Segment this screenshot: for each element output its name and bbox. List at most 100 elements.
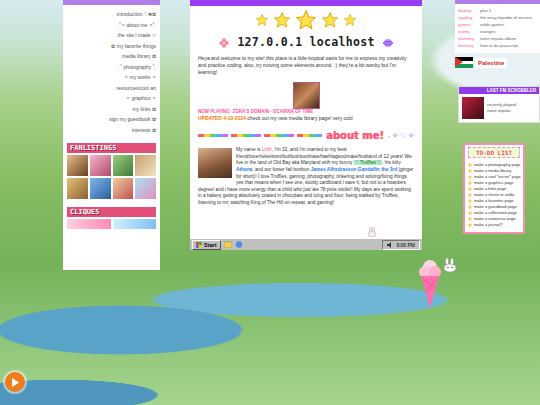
update-text: check out my new media library page! ver…	[246, 115, 353, 121]
sidebar-item[interactable]: interests ✿	[67, 125, 156, 136]
right-column: displayplex 1readingthe encyclopedia of …	[455, 0, 540, 234]
star-bullet-icon	[468, 187, 472, 191]
clique-banner[interactable]	[113, 219, 157, 229]
fanlisting-image[interactable]	[135, 155, 156, 176]
star-bullet-icon	[468, 193, 472, 197]
fanlisting-image[interactable]	[67, 178, 88, 199]
todo-item: make a favorites page	[468, 198, 520, 204]
todo-label: make a collections page	[474, 210, 517, 216]
star-icon	[322, 12, 338, 28]
browser-icon[interactable]	[235, 241, 243, 248]
todo-label: make a cool *secret* page	[474, 174, 521, 180]
fanlisting-image[interactable]	[113, 178, 134, 199]
start-button[interactable]: Start	[192, 240, 221, 250]
lastfm-text: recently played tame impala	[487, 102, 516, 114]
todo-item: make a resources page	[468, 216, 520, 222]
todo-item: make a journal?	[468, 222, 520, 228]
folder-icon[interactable]	[224, 241, 232, 248]
icecream-icon[interactable]	[418, 258, 442, 310]
fanlisting-image[interactable]	[90, 178, 111, 199]
status-label: reading	[458, 14, 480, 21]
planet-icon	[383, 38, 393, 48]
sidebar-item[interactable]: media library ✿	[67, 51, 156, 62]
main-panel: 127.0.0.1 localhost Heya and welcome to …	[190, 0, 422, 250]
sidebar-item[interactable]: my links ✿	[67, 104, 156, 115]
todo-item: make a collections page	[468, 210, 520, 216]
fanlisting-image[interactable]	[135, 178, 156, 199]
about-name: Lilith	[262, 147, 272, 152]
todo-items: make a photography pagemake a media libr…	[468, 162, 520, 228]
fanlisting-image[interactable]	[113, 155, 134, 176]
lastfm-line: recently played	[487, 102, 516, 108]
music-play-button[interactable]	[5, 372, 25, 392]
sidebar-item[interactable]: ·˚ photography ˚·	[67, 62, 156, 73]
sidebar-item[interactable]: ✧ graphics ✧	[67, 93, 156, 104]
star-icon	[256, 14, 268, 26]
todo-item: make a guestbook page	[468, 204, 520, 210]
todo-label: make a favorites page	[474, 198, 513, 204]
star-icon	[274, 12, 290, 28]
status-panel: displayplex 1readingthe encyclopedia of …	[455, 0, 540, 53]
update-line: UPDATED 4-10-2024 check out my new media…	[190, 115, 422, 122]
star-bullet-icon	[468, 169, 472, 173]
status-row: listeningtame impala album	[458, 35, 537, 42]
fanlistings-grid	[67, 155, 156, 199]
todo-label: make a photography page	[474, 162, 520, 168]
sidebar-item[interactable]: sign my guestbook ✿	[67, 114, 156, 125]
todo-label: make a resources page	[474, 216, 516, 222]
system-tray: 9:06 PM	[382, 240, 420, 250]
profile-photo	[198, 148, 232, 178]
sidebar-item[interactable]: ✿ my favorite things	[67, 41, 156, 52]
fanlistings-header: FANLISTINGS	[67, 143, 156, 153]
status-value: how to do javascript	[480, 43, 518, 48]
now-playing[interactable]: NOW PLAYING: ZORA'S DOMAIN - OCARINA OF …	[190, 109, 422, 115]
palestine-flag-icon	[455, 57, 473, 68]
speaker-icon[interactable]	[387, 242, 393, 248]
star-bullet-icon	[468, 223, 472, 227]
start-label: Start	[204, 241, 217, 249]
intro-text: Heya and welcome to my site! this place …	[190, 55, 422, 76]
bunny-icon	[366, 227, 378, 237]
about-link[interactable]: Athena	[236, 167, 252, 172]
sidebar-item[interactable]: ✧ my works ✧	[67, 72, 156, 83]
bunny-sticker-icon[interactable]	[442, 258, 458, 272]
todo-label: make a guestbook page	[474, 204, 517, 210]
status-row: learninghow to do javascript	[458, 42, 537, 49]
status-value: plex 1	[480, 8, 491, 13]
star-bullet-icon	[468, 181, 472, 185]
star-bullet-icon	[468, 217, 472, 221]
sidebar-item[interactable]: resources/cool art	[67, 83, 156, 94]
status-label: listening	[458, 35, 480, 42]
about-segment: My name is	[236, 147, 262, 152]
sidebar-item[interactable]: the site I made ☆	[67, 30, 156, 41]
sidebar-item[interactable]: introduction ♡❀✿	[67, 9, 156, 20]
fanlisting-image[interactable]	[90, 155, 111, 176]
about-pet: ♡ Truffles ♡	[354, 160, 382, 165]
todo-list: TO-DO LIST make a photography pagemake a…	[463, 143, 525, 234]
sidebar-item[interactable]: ·˚✧ about me ✧˚·	[67, 20, 156, 31]
todo-label: make a graphics page	[474, 180, 513, 186]
clock: 9:06 PM	[396, 241, 415, 249]
palestine-text: Palestine	[475, 58, 507, 68]
status-value: the encyclopedia of ancient	[480, 15, 532, 20]
about-deco: ˖ ✧ ♡ ✧	[388, 131, 414, 142]
cliques-row	[67, 219, 156, 229]
todo-label: make a media library	[474, 168, 511, 174]
star-bullet-icon	[468, 175, 472, 179]
flower-icon	[219, 38, 229, 48]
fanlisting-image[interactable]	[67, 155, 88, 176]
site-title: 127.0.0.1 localhost	[237, 34, 374, 51]
clique-banner[interactable]	[67, 219, 111, 229]
lastfm-body: recently played tame impala	[459, 94, 539, 122]
star-bullet-icon	[468, 163, 472, 167]
palestine-badge[interactable]: Palestine	[455, 57, 540, 68]
about-link[interactable]: James Alfredrasson Gandalfin the 3rd	[311, 167, 397, 172]
todo-item: make a graphics page	[468, 180, 520, 186]
site-gif	[293, 82, 320, 109]
cliques-header: CLIQUES	[67, 207, 156, 217]
windows-logo-icon	[196, 242, 202, 248]
status-row: gameszelda games	[458, 21, 537, 28]
lastfm-widget: LAST FM SCROBBLER recently played tame i…	[458, 86, 540, 123]
status-value: oranges	[480, 29, 496, 34]
about-title: about me!	[326, 128, 384, 143]
